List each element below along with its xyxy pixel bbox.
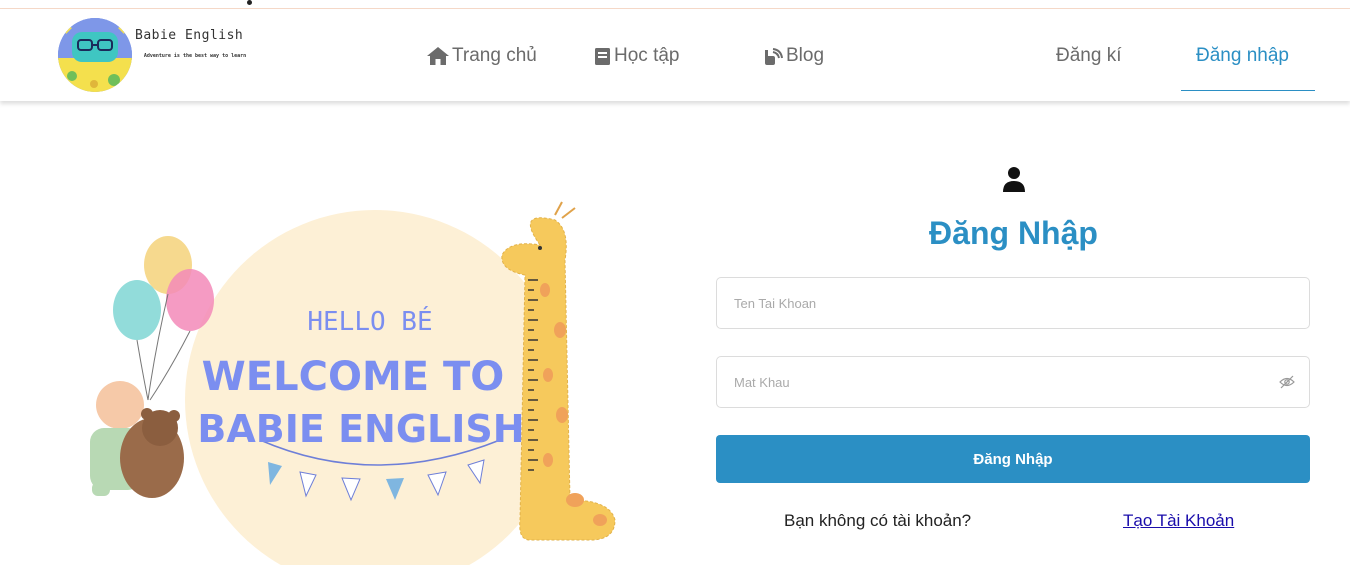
eye-slash-icon[interactable]	[1279, 375, 1295, 389]
create-account-link[interactable]: Tạo Tài Khoản	[1123, 511, 1234, 531]
logo-tagline: Adventure is the best way to learn	[143, 53, 247, 59]
form-title: Đăng Nhập	[929, 215, 1098, 251]
no-account-text: Bạn không có tài khoản?	[784, 511, 972, 530]
password-input[interactable]	[732, 357, 1256, 407]
nav-login[interactable]: Đăng nhập	[1196, 45, 1289, 67]
nav-register-label: Đăng kí	[1056, 45, 1122, 66]
hero-line2: BABIE ENGLISH	[197, 407, 524, 451]
baby-with-bear	[90, 381, 184, 498]
nav-home-label: Trang chủ	[452, 45, 537, 66]
hero-illustration: HELLO BÉ WELCOME TO BABIE ENGLISH	[70, 200, 630, 570]
password-field[interactable]	[716, 356, 1310, 408]
nav-register[interactable]: Đăng kí	[1056, 45, 1121, 67]
logo-title: Babie English	[135, 28, 244, 43]
stray-dot	[247, 0, 252, 5]
blog-icon	[765, 48, 783, 65]
username-field[interactable]	[716, 277, 1310, 329]
nav-login-underline	[1181, 90, 1315, 91]
logo[interactable]: Babie English Adventure is the best way …	[58, 16, 278, 94]
home-icon	[427, 47, 449, 65]
nav-login-label: Đăng nhập	[1196, 45, 1289, 66]
login-submit-button[interactable]: Đăng Nhập	[716, 435, 1310, 483]
hero-greeting: HELLO BÉ	[307, 305, 432, 337]
username-input[interactable]	[732, 278, 1256, 328]
logo-mascot	[58, 18, 132, 92]
user-icon	[1003, 167, 1025, 192]
nav-learn[interactable]: Học tập	[594, 45, 679, 67]
nav-home[interactable]: Trang chủ	[426, 45, 537, 67]
nav-blog[interactable]: Blog	[762, 45, 824, 67]
navbar: Babie English Adventure is the best way …	[0, 9, 1350, 101]
nav-blog-label: Blog	[786, 45, 825, 66]
nav-learn-label: Học tập	[614, 45, 680, 66]
book-icon	[595, 48, 610, 65]
hero-line1: WELCOME TO	[202, 354, 505, 400]
